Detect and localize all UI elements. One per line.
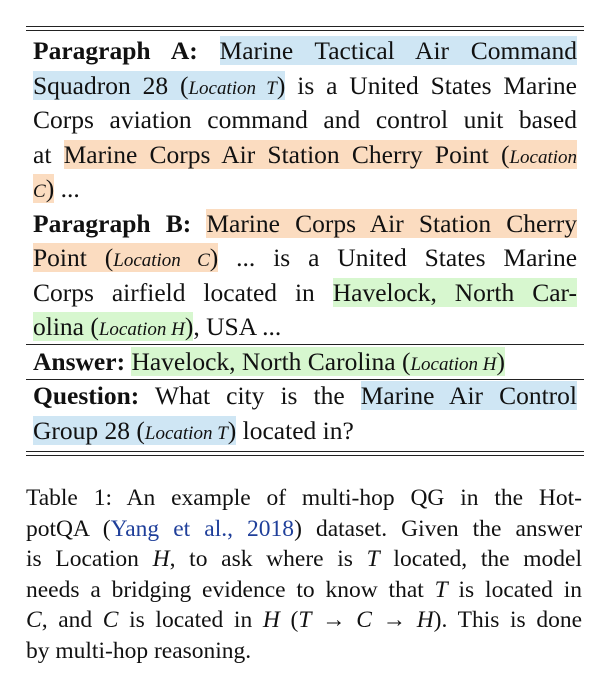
location-t-tag: Location T [188, 77, 277, 99]
location-t-tag: Location T [144, 422, 228, 444]
paragraph-a-line-5: C) ... [33, 174, 80, 203]
caption-line-4: needs a bridging evidence to know that T… [26, 576, 582, 603]
caption-line-6: by multi-hop reasoning. [26, 637, 252, 664]
location-c-tag: Location C [113, 250, 210, 271]
location-c-tag: Location [509, 146, 577, 168]
table-top-rule-1 [26, 26, 584, 28]
entity-location-h: Havelock, North Car- [332, 277, 577, 307]
entity-location-t-cont: Squadron 28 (Location T) [33, 70, 286, 100]
table-bottom-rule-2 [26, 455, 584, 457]
question-line-1: Question: What city is the Marine Air Co… [33, 381, 578, 410]
arrow-icon: → [371, 607, 417, 633]
paragraph-a-label: Paragraph A: [33, 36, 198, 65]
entity-location-c: Marine Corps Air Station Cherry [206, 208, 578, 238]
paragraph-b-label: Paragraph B: [33, 208, 192, 238]
caption-line-2: potQA (Yang et al., 2018) dataset. Given… [26, 515, 583, 542]
question-line-2: Group 28 (Location T) located in? [33, 415, 354, 445]
entity-location-c-cont: Point (Location C) [33, 243, 219, 272]
citation-link[interactable]: Yang et al., 2018 [111, 516, 294, 542]
table-top-rule-2 [26, 30, 584, 32]
entity-location-c: Marine Corps Air Station Cherry Point (L… [63, 139, 577, 169]
paragraph-b-line-3: Corps airfield located in Havelock, Nort… [33, 277, 577, 307]
paragraph-a-line-2: Squadron 28 (Location T) is a United Sta… [33, 70, 578, 100]
paragraph-a-line-4: at Marine Corps Air Station Cherry Point… [33, 139, 577, 169]
caption-line-1: Table 1: An example of multi-hop QG in t… [26, 485, 582, 511]
caption-line-5: C, and C is located in H (T → C → H). Th… [26, 607, 583, 633]
answer-top-rule [26, 344, 584, 345]
arrow-icon: → [311, 607, 357, 633]
paragraph-b-line-2: Point (Location C) ... is a United State… [33, 243, 578, 272]
entity-location-c-cont: C) [33, 174, 55, 203]
location-h-tag: Location H [98, 319, 185, 340]
entity-location-t-cont: Group 28 (Location T) [33, 415, 237, 445]
answer-row: Answer: Havelock, North Carolina (Locati… [33, 345, 577, 380]
paragraph-b-line-4: olina (Location H), USA ... [33, 312, 282, 341]
paragraph-a-line-3: Corps aviation command and control unit … [33, 105, 577, 134]
paragraph-b-line-1: Paragraph B: Marine Corps Air Station Ch… [33, 207, 578, 242]
example-table: Paragraph A: Marine Tactical Air Command… [33, 34, 577, 448]
caption-line-3: is Location H, to ask where is T located… [26, 546, 583, 572]
paragraph-a-line-1: Paragraph A: Marine Tactical Air Command [33, 34, 577, 69]
answer-label: Answer: [33, 346, 126, 376]
table-caption: Table 1: An example of multi-hop QG in t… [26, 483, 582, 666]
question-label: Question: [33, 381, 140, 410]
entity-location-h-cont: olina (Location H) [33, 312, 194, 341]
entity-location-t: Marine Air Control [360, 381, 578, 410]
question-top-rule [26, 379, 584, 380]
table-bottom-rule-1 [26, 451, 584, 453]
answer-value: Havelock, North Carolina (Location H) [131, 346, 505, 376]
location-h-tag: Location H [410, 353, 497, 375]
entity-location-t: Marine Tactical Air Command [219, 36, 577, 65]
